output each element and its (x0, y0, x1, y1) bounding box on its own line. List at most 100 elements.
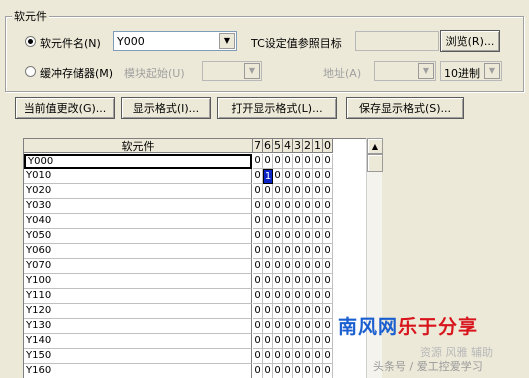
vertical-scrollbar[interactable]: ▲ (366, 138, 383, 378)
device-name-radio[interactable] (25, 36, 36, 47)
device-row-name[interactable]: Y000 (24, 154, 252, 169)
bit-cell[interactable]: 0 (313, 304, 323, 319)
display-format-button[interactable]: 显示格式(I)... (121, 97, 211, 119)
bit-cell[interactable]: 0 (303, 244, 313, 259)
bit-cell[interactable]: 0 (293, 229, 303, 244)
device-row-name[interactable]: Y050 (24, 229, 252, 244)
bit-cell[interactable]: 0 (323, 229, 333, 244)
bit-cell[interactable]: 0 (323, 319, 333, 334)
bit-cell[interactable]: 0 (263, 289, 273, 304)
device-row-name[interactable]: Y040 (24, 214, 252, 229)
bit-cell[interactable]: 0 (323, 199, 333, 214)
bit-cell[interactable]: 0 (313, 169, 323, 184)
bit-cell[interactable]: 0 (263, 244, 273, 259)
bit-cell[interactable]: 0 (273, 349, 283, 364)
bit-cell[interactable]: 0 (323, 274, 333, 289)
bit-cell[interactable]: 0 (253, 319, 263, 334)
bit-cell[interactable]: 0 (263, 334, 273, 349)
bit-cell[interactable]: 0 (283, 214, 293, 229)
bit-cell[interactable]: 0 (313, 319, 323, 334)
bit-cell[interactable]: 0 (253, 289, 263, 304)
browse-button[interactable]: 浏览(R)... (440, 30, 500, 52)
bit-cell[interactable]: 0 (293, 259, 303, 274)
bit-cell[interactable]: 0 (263, 199, 273, 214)
bit-cell[interactable]: 0 (253, 244, 263, 259)
device-row-name[interactable]: Y030 (24, 199, 252, 214)
bit-cell[interactable]: 0 (263, 319, 273, 334)
bit-cell[interactable]: 0 (283, 289, 293, 304)
bit-cell[interactable]: 0 (303, 289, 313, 304)
bit-cell[interactable]: 0 (283, 229, 293, 244)
device-name-combo[interactable]: Y000 ▼ (113, 31, 237, 51)
bit-cell[interactable]: 0 (283, 244, 293, 259)
bit-cell[interactable]: 0 (283, 334, 293, 349)
bit-cell[interactable]: 0 (293, 169, 303, 184)
bit-cell[interactable]: 1 (263, 169, 273, 184)
open-display-format-button[interactable]: 打开显示格式(L)... (217, 97, 337, 119)
bit-cell[interactable]: 0 (323, 184, 333, 199)
bit-cell[interactable]: 0 (313, 214, 323, 229)
bit-cell[interactable]: 0 (253, 229, 263, 244)
bit-cell[interactable]: 0 (313, 184, 323, 199)
bit-cell[interactable]: 0 (263, 229, 273, 244)
bit-cell[interactable]: 0 (303, 319, 313, 334)
bit-cell[interactable]: 0 (323, 154, 333, 169)
device-row-name[interactable]: Y120 (24, 304, 252, 319)
bit-cell[interactable]: 0 (323, 349, 333, 364)
bit-cell[interactable]: 0 (283, 259, 293, 274)
bit-cell[interactable]: 0 (283, 319, 293, 334)
bit-cell[interactable]: 0 (323, 169, 333, 184)
bit-cell[interactable]: 0 (313, 274, 323, 289)
scroll-up-icon[interactable]: ▲ (367, 138, 383, 154)
bit-cell[interactable]: 0 (273, 274, 283, 289)
device-row-name[interactable]: Y010 (24, 169, 252, 184)
bit-cell[interactable]: 0 (313, 334, 323, 349)
bit-cell[interactable]: 0 (303, 154, 313, 169)
bit-cell[interactable]: 0 (253, 214, 263, 229)
bit-cell[interactable]: 0 (273, 154, 283, 169)
bit-cell[interactable]: 0 (323, 214, 333, 229)
bit-cell[interactable]: 0 (303, 169, 313, 184)
bit-cell[interactable]: 0 (313, 199, 323, 214)
bit-cell[interactable]: 0 (303, 334, 313, 349)
device-row-name[interactable]: Y110 (24, 289, 252, 304)
bit-cell[interactable]: 0 (323, 259, 333, 274)
bit-cell[interactable]: 0 (293, 304, 303, 319)
bit-cell[interactable]: 0 (253, 154, 263, 169)
bit-cell[interactable]: 0 (293, 274, 303, 289)
bit-cell[interactable]: 0 (293, 199, 303, 214)
bit-cell[interactable]: 0 (293, 244, 303, 259)
bit-cell[interactable]: 0 (263, 304, 273, 319)
bit-cell[interactable]: 0 (273, 229, 283, 244)
bit-cell[interactable]: 0 (313, 244, 323, 259)
bit-cell[interactable]: 0 (253, 259, 263, 274)
device-row-name[interactable]: Y150 (24, 349, 252, 364)
bit-cell[interactable]: 0 (303, 304, 313, 319)
bit-cell[interactable]: 0 (273, 304, 283, 319)
bit-cell[interactable]: 0 (303, 214, 313, 229)
chevron-down-icon[interactable]: ▼ (219, 33, 235, 49)
bit-cell[interactable]: 0 (293, 349, 303, 364)
bit-cell[interactable]: 0 (313, 259, 323, 274)
bit-cell[interactable]: 0 (253, 304, 263, 319)
bit-cell[interactable]: 0 (263, 154, 273, 169)
bit-cell[interactable]: 0 (273, 184, 283, 199)
bit-cell[interactable]: 0 (283, 154, 293, 169)
bit-cell[interactable]: 0 (273, 169, 283, 184)
bit-cell[interactable]: 0 (323, 304, 333, 319)
bit-cell[interactable]: 0 (273, 289, 283, 304)
bit-cell[interactable]: 0 (273, 244, 283, 259)
bit-cell[interactable]: 0 (263, 214, 273, 229)
device-row-name[interactable]: Y140 (24, 334, 252, 349)
device-row-name[interactable]: Y130 (24, 319, 252, 334)
bit-cell[interactable]: 0 (323, 244, 333, 259)
bit-cell[interactable]: 0 (293, 184, 303, 199)
bit-cell[interactable]: 0 (273, 259, 283, 274)
bit-cell[interactable]: 0 (293, 289, 303, 304)
scroll-thumb[interactable] (367, 154, 383, 172)
bit-cell[interactable]: 0 (303, 184, 313, 199)
bit-cell[interactable]: 0 (323, 289, 333, 304)
bit-cell[interactable]: 0 (303, 229, 313, 244)
bit-cell[interactable]: 0 (303, 259, 313, 274)
bit-cell[interactable]: 0 (303, 199, 313, 214)
